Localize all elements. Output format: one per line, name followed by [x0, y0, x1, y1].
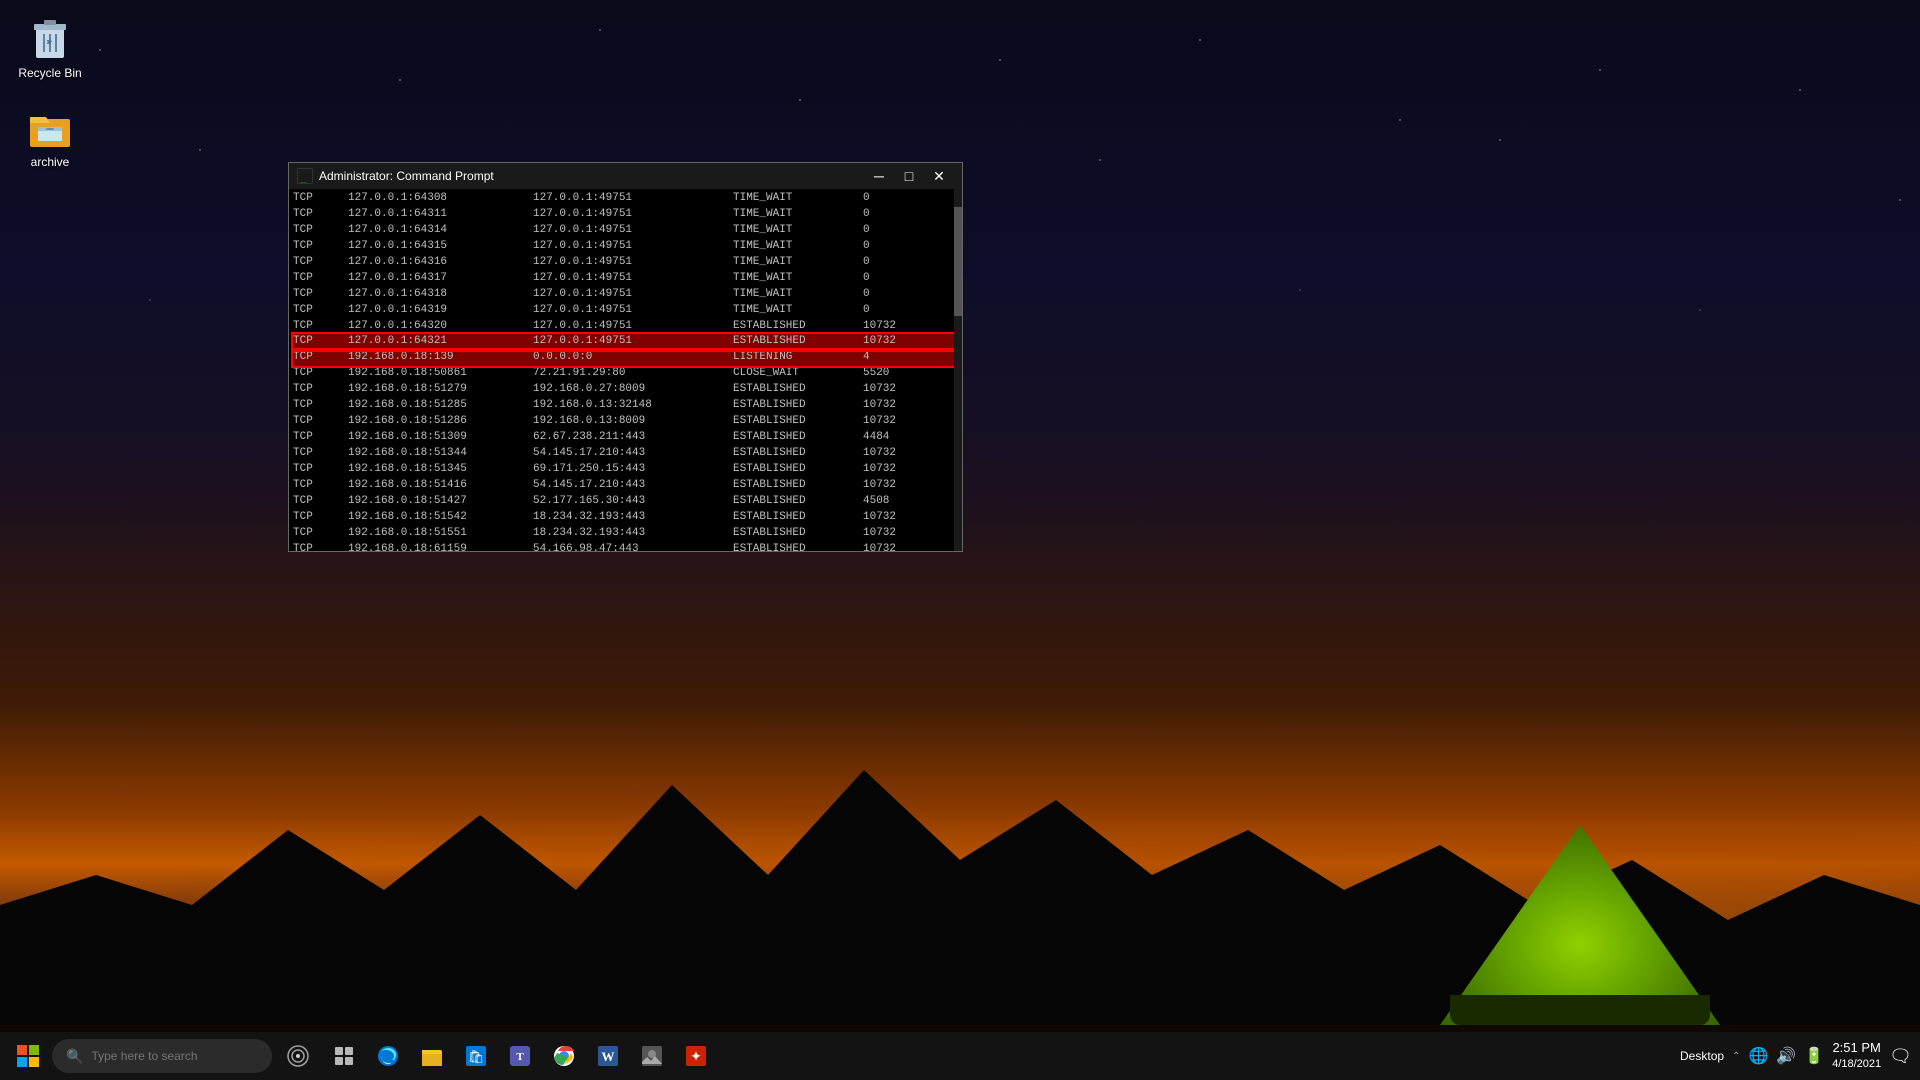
edge-app[interactable]: [368, 1036, 408, 1076]
cmd-row: TCP 127.0.0.1:64314 127.0.0.1:49751 TIME…: [293, 223, 958, 239]
cmd-row: TCP 127.0.0.1:64319 127.0.0.1:49751 TIME…: [293, 303, 958, 319]
cmd-row: TCP 192.168.0.18:51285 192.168.0.13:3214…: [293, 398, 958, 414]
start-button[interactable]: [8, 1036, 48, 1076]
cmd-window: _ Administrator: Command Prompt ─ □ ✕ TC…: [288, 162, 963, 552]
cmd-maximize-button[interactable]: □: [894, 163, 924, 189]
file-explorer-app[interactable]: [412, 1036, 452, 1076]
desktop-icons-area: Recycle Bin archive: [0, 0, 100, 199]
taskbar-clock[interactable]: 2:51 PM 4/18/2021: [1832, 1040, 1881, 1071]
tent-decoration: [1440, 805, 1720, 1025]
cmd-window-icon: _: [297, 168, 313, 184]
volume-icon[interactable]: 🔊: [1776, 1046, 1796, 1066]
word-icon: W: [596, 1044, 620, 1068]
teams-app[interactable]: T: [500, 1036, 540, 1076]
cmd-row: TCP 192.168.0.18:139 0.0.0.0:0 LISTENING…: [293, 350, 958, 366]
photos-app[interactable]: [632, 1036, 672, 1076]
taskbar-apps-area: 🛍 T W: [324, 1036, 716, 1076]
cmd-row: TCP 192.168.0.18:51345 69.171.250.15:443…: [293, 462, 958, 478]
recycle-bin-svg: [26, 14, 74, 62]
svg-text:✦: ✦: [690, 1050, 702, 1065]
cmd-row: TCP 192.168.0.18:61159 54.166.98.47:443 …: [293, 542, 958, 551]
cmd-title-text: Administrator: Command Prompt: [319, 169, 864, 183]
svg-text:🛍: 🛍: [468, 1049, 485, 1064]
taskbar-time: 2:51 PM: [1832, 1040, 1881, 1057]
windows-logo-icon: [17, 1045, 39, 1067]
taskbar-search-box[interactable]: 🔍: [52, 1039, 272, 1073]
taskbar-search-icon: 🔍: [66, 1048, 83, 1065]
cmd-row: TCP 127.0.0.1:64311 127.0.0.1:49751 TIME…: [293, 207, 958, 223]
taskbar-search-input[interactable]: [91, 1049, 258, 1063]
cmd-row: TCP 192.168.0.18:51542 18.234.32.193:443…: [293, 510, 958, 526]
taskview-app[interactable]: [324, 1036, 364, 1076]
taskbar-system-tray: Desktop ⌃ 🌐 🔊 🔋 2:51 PM 4/18/2021 🗨: [1680, 1040, 1912, 1071]
cmd-minimize-button[interactable]: ─: [864, 163, 894, 189]
word-app[interactable]: W: [588, 1036, 628, 1076]
photos-icon: [640, 1044, 664, 1068]
chrome-icon: [552, 1044, 576, 1068]
svg-text:T: T: [516, 1051, 524, 1063]
notification-icon[interactable]: 🗨: [1889, 1046, 1912, 1067]
file-explorer-icon: [420, 1044, 444, 1068]
svg-text:_: _: [300, 172, 307, 183]
store-app[interactable]: 🛍: [456, 1036, 496, 1076]
cmd-row: TCP 127.0.0.1:64321 127.0.0.1:49751 ESTA…: [293, 334, 958, 350]
cmd-row: TCP 192.168.0.18:51427 52.177.165.30:443…: [293, 494, 958, 510]
cmd-row: TCP 127.0.0.1:64315 127.0.0.1:49751 TIME…: [293, 239, 958, 255]
archive-svg: [26, 103, 74, 151]
battery-icon[interactable]: 🔋: [1804, 1046, 1824, 1066]
cortana-icon: [287, 1045, 309, 1067]
recycle-bin-icon[interactable]: Recycle Bin: [10, 10, 90, 84]
archive-icon[interactable]: archive: [10, 99, 90, 173]
cmd-scrollbar-thumb[interactable]: [954, 207, 962, 316]
cmd-row: TCP 192.168.0.18:51286 192.168.0.13:8009…: [293, 414, 958, 430]
store-icon: 🛍: [464, 1044, 488, 1068]
cmd-close-button[interactable]: ✕: [924, 163, 954, 189]
extra-app-icon: ✦: [684, 1044, 708, 1068]
cmd-row: TCP 192.168.0.18:51344 54.145.17.210:443…: [293, 446, 958, 462]
teams-icon: T: [508, 1044, 532, 1068]
taskview-icon: [334, 1046, 354, 1066]
cmd-row: TCP 192.168.0.18:51309 62.67.238.211:443…: [293, 430, 958, 446]
taskbar-date: 4/18/2021: [1832, 1057, 1881, 1071]
chrome-app[interactable]: [544, 1036, 584, 1076]
cmd-row: TCP 127.0.0.1:64308 127.0.0.1:49751 TIME…: [293, 191, 958, 207]
cmd-window-controls: ─ □ ✕: [864, 163, 954, 189]
extra-app[interactable]: ✦: [676, 1036, 716, 1076]
edge-icon: [376, 1044, 400, 1068]
desktop-label: Desktop: [1680, 1049, 1724, 1063]
expand-icon[interactable]: ⌃: [1732, 1051, 1740, 1062]
sys-icons: 🌐 🔊 🔋: [1748, 1046, 1824, 1066]
cmd-content-area[interactable]: TCP 127.0.0.1:64308 127.0.0.1:49751 TIME…: [289, 189, 962, 551]
cmd-row: TCP 127.0.0.1:64316 127.0.0.1:49751 TIME…: [293, 255, 958, 271]
cmd-row: TCP 192.168.0.18:51279 192.168.0.27:8009…: [293, 382, 958, 398]
cmd-row: TCP 192.168.0.18:51416 54.145.17.210:443…: [293, 478, 958, 494]
taskbar: 🔍: [0, 1032, 1920, 1080]
cmd-row: TCP 127.0.0.1:64320 127.0.0.1:49751 ESTA…: [293, 319, 958, 335]
cmd-titlebar[interactable]: _ Administrator: Command Prompt ─ □ ✕: [289, 163, 962, 189]
cmd-scrollbar[interactable]: [954, 189, 962, 551]
network-icon[interactable]: 🌐: [1748, 1046, 1768, 1066]
archive-label: archive: [31, 155, 70, 169]
recycle-bin-label: Recycle Bin: [18, 66, 81, 80]
cortana-button[interactable]: [280, 1038, 316, 1074]
cmd-row: TCP 127.0.0.1:64317 127.0.0.1:49751 TIME…: [293, 271, 958, 287]
cmd-row: TCP 192.168.0.18:50861 72.21.91.29:80 CL…: [293, 366, 958, 382]
cmd-row: TCP 192.168.0.18:51551 18.234.32.193:443…: [293, 526, 958, 542]
svg-text:W: W: [602, 1049, 615, 1064]
cmd-row: TCP 127.0.0.1:64318 127.0.0.1:49751 TIME…: [293, 287, 958, 303]
